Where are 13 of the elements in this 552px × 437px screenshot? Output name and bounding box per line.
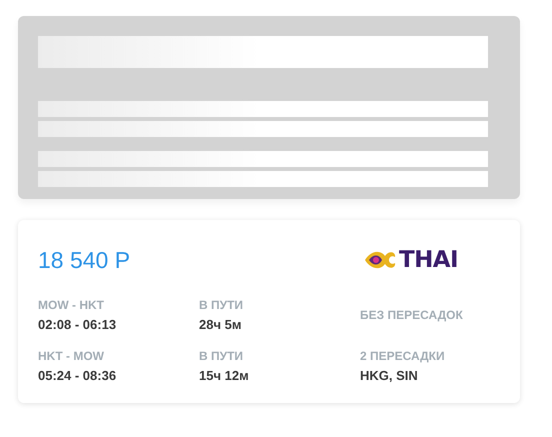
route-label: MOW - HKT: [38, 297, 105, 314]
stop-airports: HKG, SIN: [360, 367, 419, 385]
flight-duration: 28ч 5м: [199, 316, 242, 334]
duration-label: В ПУТИ: [199, 297, 244, 314]
ticket-price: 18 540 Р: [38, 248, 130, 272]
stops-label: 2 ПЕРЕСАДКИ: [360, 348, 446, 365]
airline-logo-text: THAI: [399, 248, 458, 272]
stops-label: БЕЗ ПЕРЕСАДОК: [360, 307, 464, 324]
flight-duration: 15ч 12м: [199, 367, 250, 385]
flight-times: 05:24 - 08:36: [38, 367, 118, 385]
flight-times: 02:08 - 06:13: [38, 316, 118, 334]
duration-label: В ПУТИ: [199, 348, 244, 365]
route-label: HKT - MOW: [38, 348, 105, 365]
